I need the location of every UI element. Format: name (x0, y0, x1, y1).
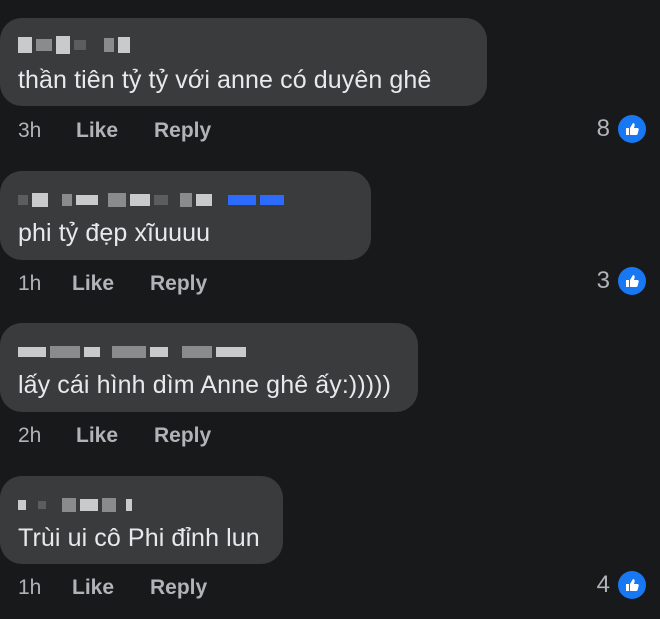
comment-time[interactable]: 3h (18, 119, 68, 143)
like-button[interactable]: Like (72, 576, 150, 600)
comment-text: phi tỷ đẹp xĩuuuu (18, 219, 211, 247)
commenter-name-blurred[interactable] (18, 492, 132, 518)
reaction-summary[interactable]: 3 (597, 266, 646, 296)
reply-button[interactable]: Reply (150, 272, 207, 296)
comment-text: lấy cái hình dìm Anne ghê ấy:))))) (18, 371, 392, 399)
comment-bubble: lấy cái hình dìm Anne ghê ấy:))))) (0, 323, 418, 412)
thumbs-up-icon (618, 267, 646, 295)
like-button[interactable]: Like (76, 424, 154, 448)
commenter-name-blurred[interactable] (18, 32, 130, 58)
like-button[interactable]: Like (76, 119, 154, 143)
thumbs-up-icon (618, 571, 646, 599)
reaction-summary[interactable]: 4 (597, 570, 646, 600)
comment-text: thần tiên tỷ tỷ với anne có duyên ghê (18, 66, 432, 94)
comment-text: Trùi ui cô Phi đỉnh lun (18, 524, 260, 552)
reaction-count: 4 (596, 571, 610, 598)
commenter-name-blurred[interactable] (18, 187, 284, 213)
comment-time[interactable]: 1h (18, 272, 68, 296)
reaction-count: 8 (596, 115, 610, 142)
thumbs-up-icon (618, 115, 646, 143)
comment-time[interactable]: 1h (18, 576, 68, 600)
reaction-count: 3 (596, 267, 610, 294)
comment-bubble: Trùi ui cô Phi đỉnh lun (0, 476, 283, 564)
commenter-name-blurred[interactable] (18, 339, 246, 365)
reaction-summary[interactable]: 8 (597, 114, 646, 144)
reply-button[interactable]: Reply (150, 576, 207, 600)
like-button[interactable]: Like (72, 272, 150, 296)
comment-bubble: thần tiên tỷ tỷ với anne có duyên ghê (0, 18, 487, 106)
reply-button[interactable]: Reply (154, 119, 211, 143)
reply-button[interactable]: Reply (154, 424, 211, 448)
comment-bubble: phi tỷ đẹp xĩuuuu (0, 171, 371, 260)
comment-time[interactable]: 2h (18, 424, 68, 448)
